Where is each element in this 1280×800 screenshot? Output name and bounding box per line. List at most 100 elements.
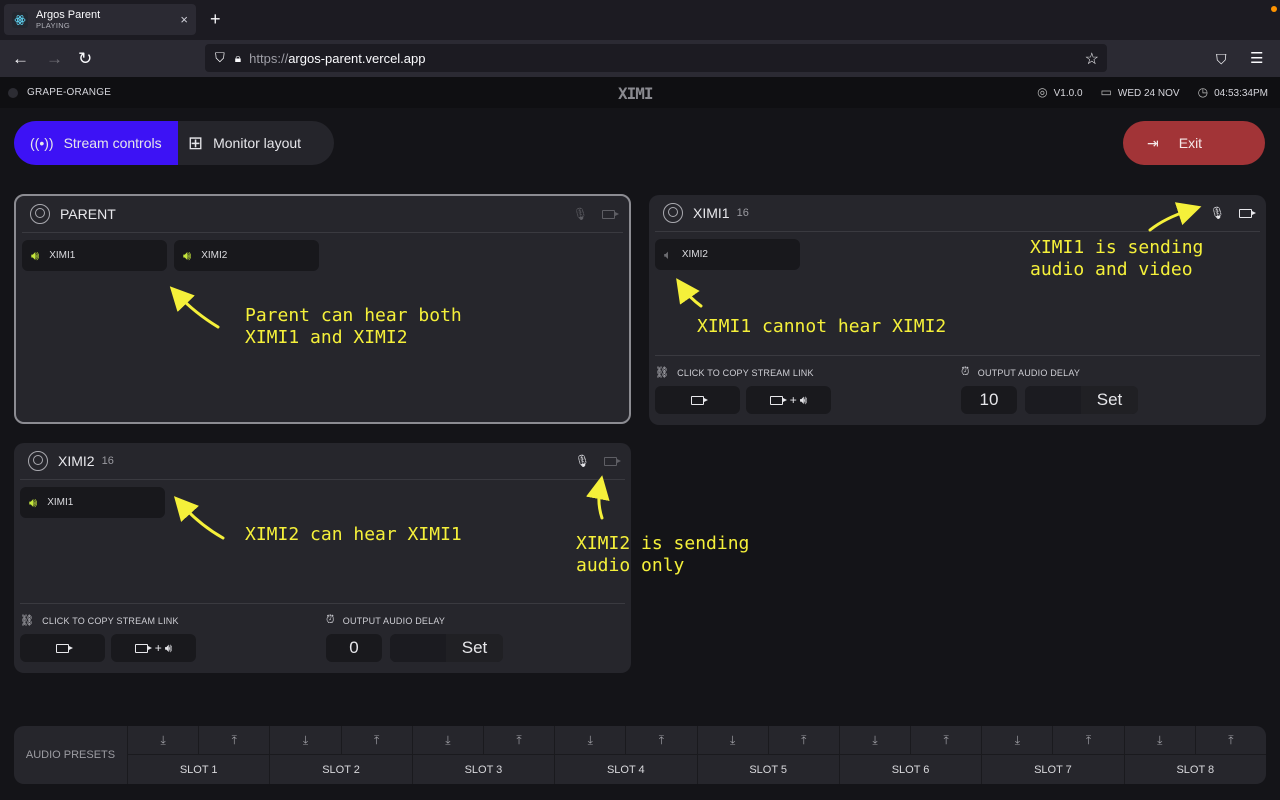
disc-icon: ◎ [1037,85,1048,99]
alarm-clock-icon: ⏰︎ [961,366,970,378]
save-preset-icon[interactable]: ⤒ [484,726,554,754]
annotation-ximi2-send: XIMI2 is sending audio only [576,533,750,576]
copy-video-link-button[interactable] [20,634,105,662]
save-preset-icon[interactable]: ⤒ [769,726,839,754]
browser-navbar: ← → ↻ ⛉ 🔒︎ https://argos-parent.vercel.a… [0,40,1280,77]
card-count: 16 [101,455,114,467]
link-icon: ⛓︎ [20,615,35,627]
annotation-ximi1-hear: XIMI1 cannot hear XIMI2 [697,316,947,337]
save-preset-icon[interactable]: ⤒ [1196,726,1266,754]
hear-chip-ximi1[interactable]: 🔊︎ XIMI1 [20,487,165,518]
new-tab-button[interactable]: + [210,9,221,30]
hear-chip-ximi1[interactable]: 🔊︎ XIMI1 [22,240,167,271]
current-delay-value: 0 [326,634,382,662]
load-preset-icon[interactable]: ⤓ [1125,726,1196,754]
chip-label: XIMI1 [49,250,76,261]
slot-label[interactable]: SLOT 6 [840,755,981,784]
copy-video-audio-link-button[interactable]: + 🔊︎ [746,386,831,414]
slot-label[interactable]: SLOT 8 [1125,755,1266,784]
bookmark-star-icon[interactable]: ☆ [1085,49,1099,69]
card-name: XIMI2 [58,453,95,469]
preset-slot: ⤓ ⤒ SLOT 2 [270,726,413,784]
microphone-icon: 🎙︎ [1209,206,1225,220]
user-avatar-icon [30,204,50,224]
copy-video-link-button[interactable] [655,386,740,414]
preset-slot: ⤓ ⤒ SLOT 1 [128,726,271,784]
slot-label[interactable]: SLOT 5 [698,755,839,784]
url-host: argos-parent.vercel.app [288,50,426,66]
load-preset-icon[interactable]: ⤓ [413,726,484,754]
load-preset-icon[interactable]: ⤓ [698,726,769,754]
slot-label[interactable]: SLOT 1 [128,755,269,784]
hear-chip-ximi2[interactable]: 🔈︎ XIMI2 [655,239,800,270]
ximi2-card[interactable]: XIMI2 16 🎙︎ 🔊︎ XIMI1 ⛓︎ CLICK TO COPY STRE… [14,443,631,673]
speaker-icon: 🔊︎ [799,392,808,407]
forward-icon[interactable]: → [46,49,63,69]
load-preset-icon[interactable]: ⤓ [270,726,342,754]
load-preset-icon[interactable]: ⤓ [128,726,200,754]
monitor-layout-tab[interactable]: ⊞ Monitor layout [178,121,334,165]
browser-tab[interactable]: Argos Parent PLAYING × [4,4,196,35]
pocket-icon[interactable]: ⛉ [1216,51,1227,68]
time-text: 04:53:34PM [1214,88,1268,99]
annotation-parent: Parent can hear both XIMI1 and XIMI2 [245,305,462,348]
save-preset-icon[interactable]: ⤒ [911,726,981,754]
audio-presets-label: AUDIO PRESETS [14,726,128,784]
reload-icon[interactable]: ↻ [78,49,92,69]
alarm-clock-icon: ⏰︎ [326,614,335,626]
user-avatar-icon [28,451,48,471]
lock-icon[interactable]: 🔒︎ [235,51,241,66]
save-preset-icon[interactable]: ⤒ [1053,726,1123,754]
card-name: XIMI1 [693,205,730,221]
version-info: ◎ V1.0.0 [1037,85,1082,99]
delay-label: OUTPUT AUDIO DELAY [342,615,446,626]
close-tab-icon[interactable]: × [180,12,188,27]
ximi1-card[interactable]: XIMI1 16 🎙︎ 🔈︎ XIMI2 ⛓︎ CLICK TO COPY STRE… [649,195,1266,425]
url-bar[interactable]: ⛉ 🔒︎ https://argos-parent.vercel.app ☆ [205,44,1107,72]
set-delay-button[interactable]: Set [446,634,503,662]
preset-slot: ⤓ ⤒ SLOT 7 [982,726,1125,784]
save-preset-icon[interactable]: ⤒ [199,726,269,754]
exit-button[interactable]: ⇥ Exit [1123,121,1265,165]
load-preset-icon[interactable]: ⤓ [555,726,627,754]
camera-icon [604,456,621,466]
stream-controls-tab[interactable]: ((•)) Stream controls [14,121,178,165]
camera-icon [769,395,787,405]
copy-link-label: CLICK TO COPY STREAM LINK [42,615,179,626]
broadcast-icon: ((•)) [30,135,54,151]
delay-input[interactable] [1025,386,1081,414]
current-delay-value: 10 [961,386,1017,414]
browser-tab-strip: Argos Parent PLAYING × + [0,0,1280,40]
slot-label[interactable]: SLOT 2 [270,755,411,784]
speaker-icon: 🔊︎ [164,640,173,655]
back-icon[interactable]: ← [12,49,29,69]
audio-presets-bar: AUDIO PRESETS ⤓ ⤒ SLOT 1 ⤓ ⤒ SLOT 2 ⤓ ⤒ SLOT 3 ⤓ ⤒… [14,726,1266,784]
slot-label[interactable]: SLOT 4 [555,755,696,784]
view-switcher: ((•)) Stream controls ⊞ Monitor layout [14,121,334,165]
menu-icon[interactable]: ☰ [1250,49,1263,67]
slot-label[interactable]: SLOT 3 [413,755,554,784]
connection-status-dot [8,87,18,98]
annotation-ximi1-send: XIMI1 is sending audio and video [1030,237,1204,280]
speaker-on-icon: 🔊︎ [31,247,40,263]
set-delay-button[interactable]: Set [1081,386,1138,414]
clock-icon: ◷ [1197,85,1209,99]
load-preset-icon[interactable]: ⤓ [982,726,1054,754]
copy-video-audio-link-button[interactable]: + 🔊︎ [111,634,196,662]
delay-input[interactable] [390,634,446,662]
speaker-on-icon: 🔊︎ [29,494,38,510]
microphone-icon: 🎙︎ [572,207,588,221]
annotation-ximi2-hear: XIMI2 can hear XIMI1 [245,524,462,545]
microphone-icon: 🎙︎ [574,454,590,468]
version-text: V1.0.0 [1053,88,1083,99]
link-icon: ⛓︎ [655,367,670,379]
shield-icon[interactable]: ⛉ [215,50,225,66]
camera-icon [56,643,73,653]
hear-chip-ximi2[interactable]: 🔊︎ XIMI2 [174,240,319,271]
exit-label: Exit [1178,135,1203,151]
slot-label[interactable]: SLOT 7 [982,755,1123,784]
save-preset-icon[interactable]: ⤒ [626,726,696,754]
save-preset-icon[interactable]: ⤒ [342,726,412,754]
load-preset-icon[interactable]: ⤓ [840,726,912,754]
card-count: 16 [736,207,749,219]
